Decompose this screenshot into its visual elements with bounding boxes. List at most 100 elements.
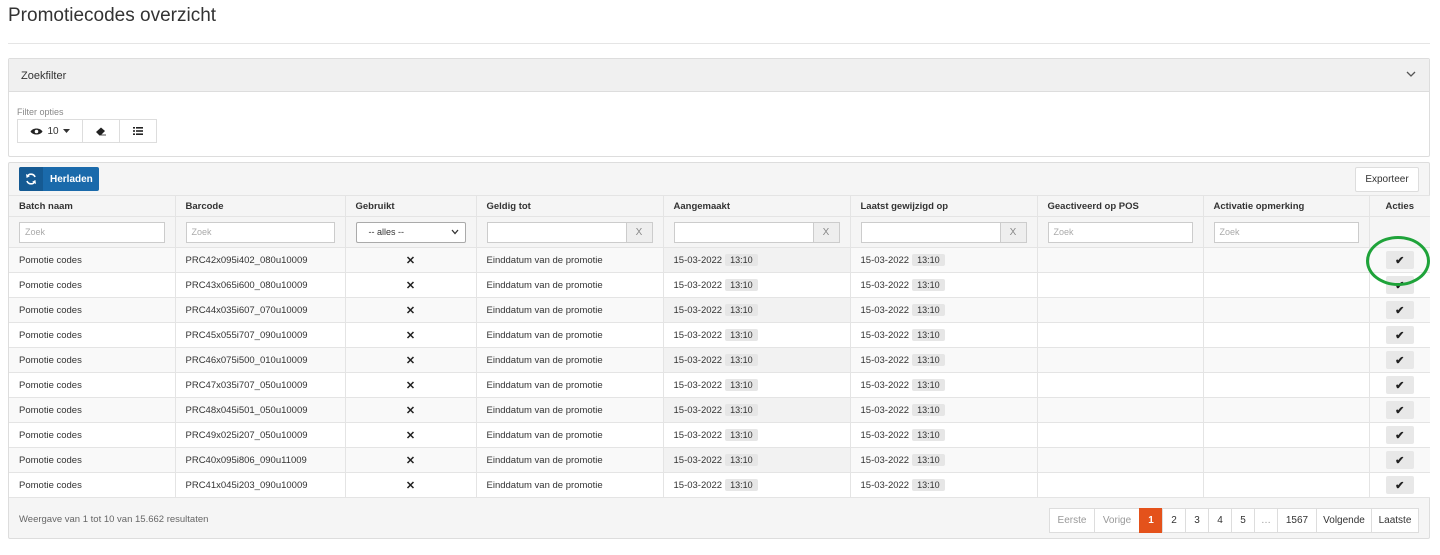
used-cell: ✕ bbox=[345, 372, 477, 398]
barcode-search-input[interactable]: Zoek bbox=[185, 221, 335, 243]
activate-button[interactable]: ✔ bbox=[1385, 426, 1414, 444]
modified-cell: 15-03-2022 13:10 bbox=[850, 372, 1038, 398]
valid-until-cell: Einddatum van de promotie bbox=[476, 447, 664, 473]
column-header[interactable]: Gebruikt bbox=[345, 195, 477, 217]
created-input[interactable] bbox=[673, 221, 814, 243]
modified-cell: 15-03-2022 13:10 bbox=[850, 297, 1038, 323]
column-header[interactable]: Geactiveerd op POS bbox=[1037, 195, 1204, 217]
modified-time-badge: 13:10 bbox=[912, 429, 945, 441]
actions-cell: ✔ bbox=[1369, 297, 1430, 323]
actions-cell: ✔ bbox=[1369, 322, 1430, 348]
valid-until-input[interactable] bbox=[486, 221, 627, 243]
clear-filters-button[interactable] bbox=[82, 119, 120, 143]
modified-date: 15-03-2022 bbox=[860, 405, 910, 416]
table-row: Pomotie codes PRC44x035i607_070u10009 ✕ Ein… bbox=[9, 297, 1430, 323]
used-cell: ✕ bbox=[345, 422, 477, 448]
search-filter-title: Zoekfilter bbox=[21, 70, 67, 82]
search-filter-header[interactable]: Zoekfilter bbox=[9, 59, 1429, 92]
page-link-4[interactable]: 2 bbox=[1162, 508, 1186, 533]
barcode-cell: PRC46x075i500_010u10009 bbox=[175, 347, 346, 373]
activate-button[interactable]: ✔ bbox=[1385, 351, 1414, 369]
created-cell: 15-03-2022 13:10 bbox=[663, 272, 851, 298]
column-header[interactable]: Barcode bbox=[175, 195, 346, 217]
page-link-11[interactable]: Laatste bbox=[1371, 508, 1419, 533]
created-cell: 15-03-2022 13:10 bbox=[663, 397, 851, 423]
chevron-down-icon[interactable] bbox=[1405, 68, 1417, 80]
activate-button[interactable]: ✔ bbox=[1385, 401, 1414, 419]
modified-time-badge: 13:10 bbox=[912, 329, 945, 341]
created-date: 15-03-2022 bbox=[673, 455, 723, 466]
created-date: 15-03-2022 bbox=[673, 280, 723, 291]
page-link-8: … bbox=[1254, 508, 1278, 533]
modified-cell: 15-03-2022 13:10 bbox=[850, 247, 1038, 273]
valid-until-clear-button[interactable]: X bbox=[626, 221, 653, 243]
activate-button[interactable]: ✔ bbox=[1385, 476, 1414, 494]
used-filter-select[interactable]: -- alles -- bbox=[355, 221, 466, 243]
activation-remark-cell bbox=[1203, 372, 1370, 398]
column-header[interactable]: Batch naam bbox=[9, 195, 176, 217]
column-header[interactable]: Activatie opmerking bbox=[1203, 195, 1370, 217]
activation-remark-cell bbox=[1203, 272, 1370, 298]
modified-cell: 15-03-2022 13:10 bbox=[850, 447, 1038, 473]
page-link-9[interactable]: 1567 bbox=[1277, 508, 1317, 533]
actions-cell: ✔ bbox=[1369, 372, 1430, 398]
modified-date: 15-03-2022 bbox=[860, 305, 910, 316]
activate-button[interactable]: ✔ bbox=[1385, 451, 1414, 469]
pos-search-input[interactable]: Zoek bbox=[1047, 221, 1193, 243]
filter-options-label: Filter opties bbox=[17, 107, 64, 117]
created-time-badge: 13:10 bbox=[725, 429, 758, 441]
barcode-cell: PRC44x035i607_070u10009 bbox=[175, 297, 346, 323]
batch-name-cell: Pomotie codes bbox=[9, 397, 176, 423]
remark-search-input[interactable]: Zoek bbox=[1213, 221, 1359, 243]
activate-button[interactable]: ✔ bbox=[1385, 251, 1414, 269]
modified-date: 15-03-2022 bbox=[860, 255, 910, 266]
table-row: Pomotie codes PRC47x035i707_050u10009 ✕ Ein… bbox=[9, 372, 1430, 398]
export-button[interactable]: Exporteer bbox=[1355, 167, 1419, 192]
activation-remark-cell bbox=[1203, 322, 1370, 348]
created-cell: 15-03-2022 13:10 bbox=[663, 347, 851, 373]
activate-button[interactable]: ✔ bbox=[1385, 326, 1414, 344]
created-clear-button[interactable]: X bbox=[813, 221, 840, 243]
reload-label: Herladen bbox=[50, 173, 93, 185]
barcode-cell: PRC45x055i707_090u10009 bbox=[175, 322, 346, 348]
table-row: Pomotie codes PRC40x095i806_090u11009 ✕ Ein… bbox=[9, 447, 1430, 473]
used-cell: ✕ bbox=[345, 247, 477, 273]
actions-cell: ✔ bbox=[1369, 247, 1430, 273]
page-link-3[interactable]: 1 bbox=[1139, 508, 1163, 533]
created-date: 15-03-2022 bbox=[673, 380, 723, 391]
pos-activated-cell bbox=[1037, 347, 1204, 373]
not-used-icon: ✕ bbox=[405, 404, 416, 417]
filter-options-group: 10 bbox=[17, 119, 157, 143]
column-header[interactable]: Geldig tot bbox=[476, 195, 664, 217]
page-link-7[interactable]: 5 bbox=[1231, 508, 1255, 533]
column-header[interactable]: Aangemaakt bbox=[663, 195, 851, 217]
created-time-badge: 13:10 bbox=[725, 329, 758, 341]
not-used-icon: ✕ bbox=[405, 379, 416, 392]
table-row: Pomotie codes PRC43x065i600_080u10009 ✕ Ein… bbox=[9, 272, 1430, 298]
modified-cell: 15-03-2022 13:10 bbox=[850, 322, 1038, 348]
list-icon bbox=[133, 127, 143, 135]
page-link-6[interactable]: 4 bbox=[1208, 508, 1232, 533]
activate-button[interactable]: ✔ bbox=[1385, 376, 1414, 394]
activate-button[interactable]: ✔ bbox=[1385, 276, 1414, 294]
barcode-cell: PRC48x045i501_050u10009 bbox=[175, 397, 346, 423]
created-date: 15-03-2022 bbox=[673, 405, 723, 416]
column-header[interactable]: Laatst gewijzigd op bbox=[850, 195, 1038, 217]
reload-button[interactable]: Herladen bbox=[19, 167, 99, 191]
eye-icon bbox=[30, 128, 43, 134]
used-cell: ✕ bbox=[345, 447, 477, 473]
activate-button[interactable]: ✔ bbox=[1385, 301, 1414, 319]
modified-input[interactable] bbox=[860, 221, 1001, 243]
modified-date-filter: X bbox=[860, 221, 1027, 243]
modified-clear-button[interactable]: X bbox=[1000, 221, 1027, 243]
page-size-button[interactable]: 10 bbox=[17, 119, 83, 143]
page-link-10[interactable]: Volgende bbox=[1316, 508, 1372, 533]
pos-activated-cell bbox=[1037, 322, 1204, 348]
columns-button[interactable] bbox=[119, 119, 157, 143]
modified-time-badge: 13:10 bbox=[912, 454, 945, 466]
activation-remark-cell bbox=[1203, 447, 1370, 473]
page-link-5[interactable]: 3 bbox=[1185, 508, 1209, 533]
batch-search-input[interactable]: Zoek bbox=[19, 221, 165, 243]
batch-name-cell: Pomotie codes bbox=[9, 422, 176, 448]
pos-activated-cell bbox=[1037, 422, 1204, 448]
